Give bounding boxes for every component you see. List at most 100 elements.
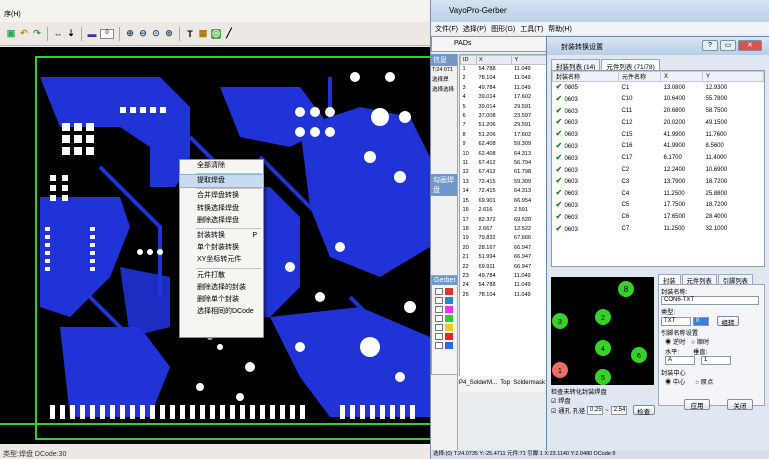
table-row[interactable]: ✔ 0603 C6 17.6500 28.4000 (553, 212, 764, 224)
table-row[interactable]: 24 54.788 11.049 (461, 281, 548, 290)
vertical-input[interactable]: 1 (701, 356, 731, 365)
layer-color[interactable] (445, 315, 453, 322)
table-row[interactable]: 12 67.412 61.798 (461, 168, 548, 177)
hole-to-input[interactable]: 2.54 (610, 405, 627, 415)
table-row[interactable]: 9 62.408 59.309 (461, 140, 548, 149)
layer-color[interactable] (445, 324, 453, 331)
layer-color[interactable] (445, 297, 453, 304)
table-row[interactable]: 18 2.667 12.522 (461, 225, 548, 234)
layer-checkbox[interactable] (435, 315, 443, 322)
table-row[interactable]: ✔ 0603 C3 13.7900 18.7200 (553, 176, 764, 188)
layer-swatches[interactable] (432, 285, 457, 352)
snap-icon[interactable]: ◎ (211, 28, 221, 39)
table-row[interactable]: ✔ 0603 C10 10.6400 55.7800 (553, 94, 764, 106)
layer-color[interactable] (445, 333, 453, 340)
table-row[interactable]: 23 49.784 11.049 (461, 272, 548, 281)
table-row[interactable]: ✔ 0603 C12 20.0200 49.1500 (553, 117, 764, 129)
menu-help[interactable]: 序(H) (4, 11, 21, 18)
table-row[interactable]: 11 67.412 56.794 (461, 159, 548, 168)
menu-item-delete-selected-package[interactable]: 删除选择的封装 (180, 282, 263, 294)
measure-icon[interactable]: ⇣ (66, 28, 76, 39)
table-row[interactable]: 4 39.014 17.602 (461, 93, 548, 102)
checkbox-hole[interactable]: ☑ 通孔 (551, 406, 571, 415)
hole-from-input[interactable]: 0.25 (587, 405, 604, 415)
table-row[interactable]: ✔ 0603 C15 41.9900 11.7600 (553, 129, 764, 141)
table-row[interactable]: 5 39.014 29.591 (461, 103, 548, 112)
layer-checkbox[interactable] (435, 297, 443, 304)
table-row[interactable]: 22 69.911 66.947 (461, 263, 548, 272)
undo-icon[interactable]: ↶ (19, 28, 29, 39)
radio-clockwise[interactable]: ○ 顺时 (691, 337, 709, 346)
menu-item-xy-to-component[interactable]: XY坐标转元件 (180, 254, 263, 266)
menu-item-extract-pads[interactable]: 提取焊盘 (179, 174, 264, 189)
table-row[interactable]: 19 79.832 67.666 (461, 234, 548, 243)
build-button[interactable]: 组转 (717, 316, 739, 327)
layer-side[interactable]: Top (500, 380, 510, 386)
type-select[interactable]: TXT (661, 316, 691, 326)
column-header[interactable]: X (660, 71, 703, 82)
save-icon[interactable]: ▣ (6, 28, 16, 39)
column-header[interactable]: 封装名称 (552, 71, 619, 82)
layer-type[interactable]: Soldermask (513, 380, 545, 386)
align-icon[interactable]: ⇔ (53, 29, 63, 39)
checkbox-pad[interactable]: ☑ 焊盘 (551, 396, 659, 405)
menu-item-delete-selected-pads[interactable]: 删除选择焊盘 (180, 215, 263, 227)
table-row[interactable]: 25 78.104 11.049 (461, 291, 548, 300)
pad-table[interactable]: ID X Y 1 54.788 11.049 2 78.104 11.049 3 49.784… (459, 54, 549, 384)
table-row[interactable]: 6 37.008 23.597 (461, 112, 548, 121)
table-row[interactable]: 14 72.415 64.313 (461, 187, 548, 196)
tab-pads[interactable]: PADs (431, 36, 547, 52)
menu-bar[interactable]: 文件(F) 选择(P) 图形(G) 工具(T) 帮助(H) (431, 22, 769, 34)
table-row[interactable]: ✔ 0603 C5 17.7500 18.7200 (553, 200, 764, 212)
layer-checkbox[interactable] (435, 288, 443, 295)
zoom-fit-icon[interactable]: ⊚ (164, 28, 174, 39)
component-table[interactable]: 封装名称 元件名称 X Y ✔ 0805 C1 13.0800 12.9300 ✔ 06… (551, 70, 765, 267)
redo-icon[interactable]: ↷ (32, 28, 42, 39)
menu-item-explode-component[interactable]: 元件打散 (180, 270, 263, 282)
layer-name[interactable]: P4_SolderM... (459, 380, 497, 386)
pencil-icon[interactable]: ╱ (224, 28, 234, 39)
table-row[interactable]: ✔ 0603 C4 11.2500 25.8800 (553, 188, 764, 200)
zoom-box[interactable]: 0 (100, 28, 114, 39)
close-icon[interactable]: ✕ (738, 40, 762, 51)
menu-item-clear-all[interactable]: 全部清除 (180, 160, 263, 172)
table-row[interactable]: 21 51.994 66.947 (461, 253, 548, 262)
layer-checkbox[interactable] (435, 342, 443, 349)
apply-button[interactable]: 应用 (684, 399, 710, 410)
table-row[interactable]: ✔ 0603 C7 11.2500 32.1000 (553, 224, 764, 236)
check-button[interactable]: 检查 (632, 405, 655, 416)
horizontal-input[interactable]: A (665, 356, 695, 365)
table-row[interactable]: 17 82.372 69.520 (461, 216, 548, 225)
zoom-window-icon[interactable]: ⊙ (151, 28, 161, 39)
menu-item-convert-selected-pads[interactable]: 转换选择焊盘 (180, 203, 263, 215)
table-row[interactable]: 1 54.788 11.049 (461, 65, 548, 75)
layer-checkbox[interactable] (435, 333, 443, 340)
menu-item-select-same-dcode[interactable]: 选择相同的DCode (180, 306, 263, 318)
table-row[interactable]: 10 62.408 64.313 (461, 150, 548, 159)
column-header[interactable]: ID (460, 55, 477, 65)
column-header[interactable]: X (475, 55, 513, 65)
restore-icon[interactable]: ▭ (720, 40, 736, 51)
radio-origin[interactable]: ○ 原点 (695, 377, 713, 386)
menu-item-package-convert[interactable]: 封装转换 P (180, 230, 263, 242)
layer-icon[interactable]: ▬ (87, 29, 97, 39)
column-header[interactable]: 元件名称 (618, 71, 661, 82)
radio-counterclockwise[interactable]: ◉ 逆时 (665, 337, 685, 346)
zoom-in-icon[interactable]: ⊕ (125, 28, 135, 39)
layer-color[interactable] (445, 342, 453, 349)
menu-item-merge-pad-convert[interactable]: 合并焊盘转换 (180, 190, 263, 202)
column-header[interactable]: Y (702, 71, 764, 82)
table-row[interactable]: ✔ 0805 C1 13.0800 12.9300 (553, 82, 764, 94)
table-row[interactable]: ✔ 0603 C2 12.2400 10.6900 (553, 165, 764, 177)
zoom-out-icon[interactable]: ⊖ (138, 28, 148, 39)
table-row[interactable]: 15 69.901 66.954 (461, 197, 548, 206)
layer-color[interactable] (445, 306, 453, 313)
image-icon[interactable]: ▦ (198, 28, 208, 39)
table-row[interactable]: 2 78.104 11.049 (461, 74, 548, 83)
column-header[interactable]: Y (511, 55, 548, 65)
table-row[interactable]: 7 51.206 29.591 (461, 121, 548, 130)
text-icon[interactable]: T (185, 29, 195, 39)
table-row[interactable]: 20 28.167 66.947 (461, 244, 548, 253)
table-row[interactable]: ✔ 0603 C11 20.6800 58.7500 (553, 106, 764, 118)
table-row[interactable]: 16 2.616 2.591 (461, 206, 548, 215)
